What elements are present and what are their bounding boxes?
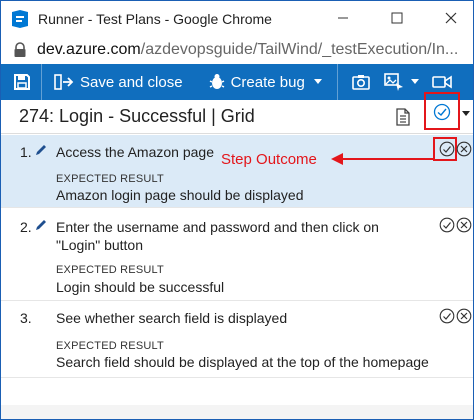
toolbar-divider [336,64,338,100]
toolbar-divider [41,64,42,100]
step-fail-icon[interactable] [456,308,472,324]
browser-window: Runner - Test Plans - Google Chrome dev.… [0,0,474,420]
url-path: /azdevopsguide/TailWind/_testExecution/I… [140,41,459,58]
test-case-header: 274: Login - Successful | Grid [1,100,473,134]
step-pass-icon[interactable] [439,141,455,157]
url-text[interactable]: dev.azure.com/azdevopsguide/TailWind/_te… [37,41,458,59]
close-button[interactable] [439,7,463,29]
step-3-outcome [439,308,472,324]
camera-icon [351,75,370,90]
bug-icon [209,74,224,89]
maximize-button[interactable] [385,7,409,29]
step-pass-icon[interactable] [439,308,455,324]
create-bug-button[interactable]: Create bug [209,64,305,100]
expected-result-text: Search field should be displayed at the … [56,354,429,370]
title-bar: Runner - Test Plans - Google Chrome [1,1,473,36]
url-domain: dev.azure.com [37,41,141,58]
test-pass-icon[interactable] [433,103,451,121]
annotation-arrow-icon [331,153,434,165]
expected-result-label: EXPECTED RESULT [56,173,164,185]
minimize-button[interactable] [331,7,355,29]
test-step-3[interactable]: 3. See whether search field is displayed… [1,301,473,375]
step-1-outcome [439,141,472,157]
capture-screenshot-button[interactable] [351,64,370,100]
test-case-title: 274: Login - Successful | Grid [19,106,255,126]
window-title: Runner - Test Plans - Google Chrome [38,10,272,27]
save-and-close-button[interactable] [13,64,31,100]
expected-result-label: EXPECTED RESULT [56,264,164,276]
save-and-close-label-button[interactable]: Save and close [54,64,183,100]
create-bug-label: Create bug [230,73,305,91]
chevron-down-icon [410,79,419,84]
expected-result-label: EXPECTED RESULT [56,340,164,352]
horizontal-scrollbar[interactable] [1,405,473,419]
test-step-1[interactable]: 1. Access the Amazon page EXPECTED RESUL… [1,135,473,207]
edit-pencil-icon[interactable] [34,218,48,232]
step-fail-icon[interactable] [456,141,472,157]
step-number: 1. [20,144,32,160]
step-number: 3. [20,310,32,326]
test-case-details-icon[interactable] [395,108,411,126]
expected-result-text: Login should be successful [56,279,225,295]
lock-icon [14,42,26,57]
image-action-icon [383,73,403,91]
capture-actions-dropdown[interactable] [410,64,420,100]
azure-test-plans-icon [12,9,28,28]
step-action: Enter the username and password and then… [56,219,379,253]
close-icon [445,12,457,24]
video-camera-icon [431,75,452,89]
address-bar[interactable]: dev.azure.com/azdevopsguide/TailWind/_te… [1,36,473,64]
save-icon [14,74,30,90]
minimize-icon [338,17,348,19]
step-number: 2. [20,219,32,235]
step-action: See whether search field is displayed [56,310,288,326]
edit-pencil-icon[interactable] [34,143,48,157]
step-pass-icon[interactable] [439,217,455,233]
expected-result-text: Amazon login page should be displayed [56,187,304,203]
chevron-down-icon [313,79,322,84]
maximize-icon [391,12,403,24]
save-close-arrow-icon [54,74,74,90]
step-outcome-annotation: Step Outcome [221,151,317,168]
step-2-outcome [439,217,472,233]
test-outcome-dropdown-icon[interactable] [461,110,471,118]
create-bug-dropdown[interactable] [313,64,323,100]
capture-actions-button[interactable] [383,64,404,100]
step-divider [1,377,473,378]
test-step-2[interactable]: 2. Enter the username and password and t… [1,208,473,300]
save-and-close-label: Save and close [80,73,183,91]
runner-toolbar: Save and close Create bug [1,64,473,100]
step-fail-icon[interactable] [456,217,472,233]
